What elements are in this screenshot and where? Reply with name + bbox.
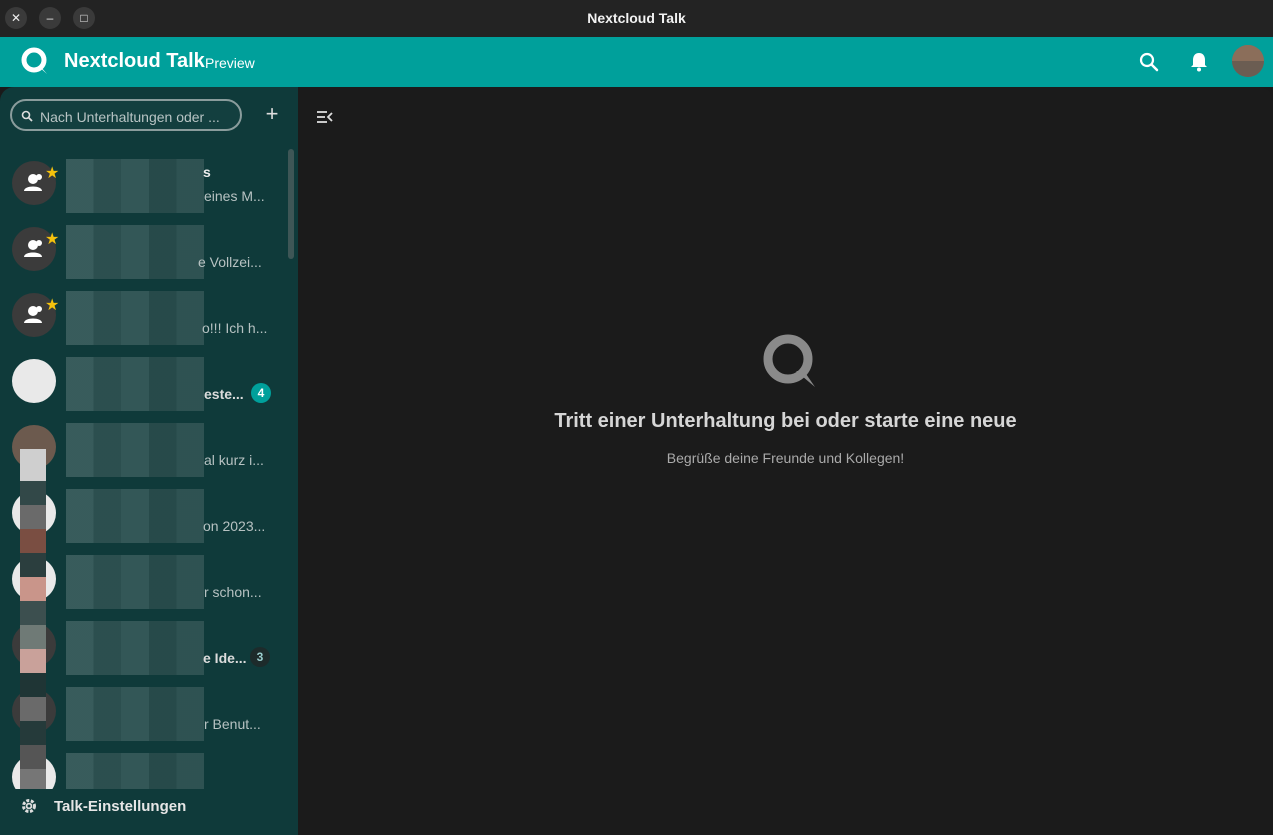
redacted-avatars — [20, 449, 46, 789]
preview-badge: Preview — [205, 55, 255, 71]
gear-icon — [20, 797, 38, 820]
main-content: Tritt einer Unterhaltung bei oder starte… — [298, 87, 1273, 835]
app-header: Nextcloud Talk Preview — [0, 37, 1273, 87]
list-item[interactable]: este... 4 — [0, 357, 290, 425]
conversation-preview: o!!! Ich h... — [202, 320, 268, 336]
redacted-area — [66, 753, 204, 789]
unread-badge: 3 — [250, 647, 270, 667]
favorite-star-icon: ★ — [45, 165, 60, 182]
window-titlebar: ✕ – □ Nextcloud Talk — [0, 0, 1273, 38]
unread-badge: 4 — [251, 383, 271, 403]
user-avatar[interactable] — [1232, 45, 1264, 77]
redacted-area — [66, 159, 204, 213]
conversation-preview: este... — [204, 386, 244, 402]
empty-state-subtitle: Begrüße deine Freunde und Kollegen! — [666, 450, 905, 466]
search-input[interactable] — [38, 106, 238, 128]
redacted-area — [66, 621, 204, 675]
app-name: Nextcloud Talk — [64, 50, 205, 72]
search-icon — [21, 109, 33, 127]
sidebar-scrollbar[interactable] — [288, 149, 294, 259]
conversation-name: s — [203, 164, 211, 180]
conversation-list: ★ s eines M... ★ e Vollzei... ★ o!!! Ich… — [0, 149, 290, 789]
talk-settings-button[interactable]: Talk-Einstellungen — [0, 787, 298, 827]
redacted-area — [66, 357, 204, 411]
conversation-preview: al kurz i... — [204, 452, 264, 468]
list-item[interactable]: ★ o!!! Ich h... — [0, 291, 290, 359]
search-icon[interactable] — [1138, 51, 1160, 78]
redacted-area — [66, 555, 204, 609]
favorite-star-icon: ★ — [45, 231, 60, 248]
redacted-area — [66, 687, 204, 741]
list-item[interactable]: ★ e Vollzei... — [0, 225, 290, 293]
conversation-preview: e Ide... — [203, 650, 247, 666]
conversation-search[interactable] — [10, 99, 242, 131]
empty-state-title: Tritt einer Unterhaltung bei oder starte… — [554, 410, 1017, 432]
redacted-area — [66, 291, 204, 345]
conversation-preview: eines M... — [204, 188, 264, 204]
avatar — [12, 359, 56, 403]
new-conversation-button[interactable]: + — [260, 103, 284, 127]
settings-label: Talk-Einstellungen — [54, 798, 187, 815]
conversation-sidebar: + ★ s eines M... ★ e Vollzei... ★ o!! — [0, 87, 298, 835]
conversation-preview: on 2023... — [203, 518, 266, 534]
bell-icon[interactable] — [1188, 51, 1210, 78]
window-title: Nextcloud Talk — [587, 10, 686, 26]
talk-logo-icon[interactable] — [20, 46, 50, 81]
redacted-area — [66, 225, 204, 279]
favorite-star-icon: ★ — [45, 297, 60, 314]
redacted-area — [66, 489, 204, 543]
talk-logo-icon — [760, 331, 820, 396]
conversation-preview: r Benut... — [204, 716, 261, 732]
conversation-preview: r schon... — [204, 584, 262, 600]
toggle-sidebar-icon[interactable] — [316, 109, 334, 130]
list-item[interactable]: ★ s eines M... — [0, 159, 290, 227]
redacted-area — [66, 423, 204, 477]
conversation-preview: e Vollzei... — [198, 254, 262, 270]
